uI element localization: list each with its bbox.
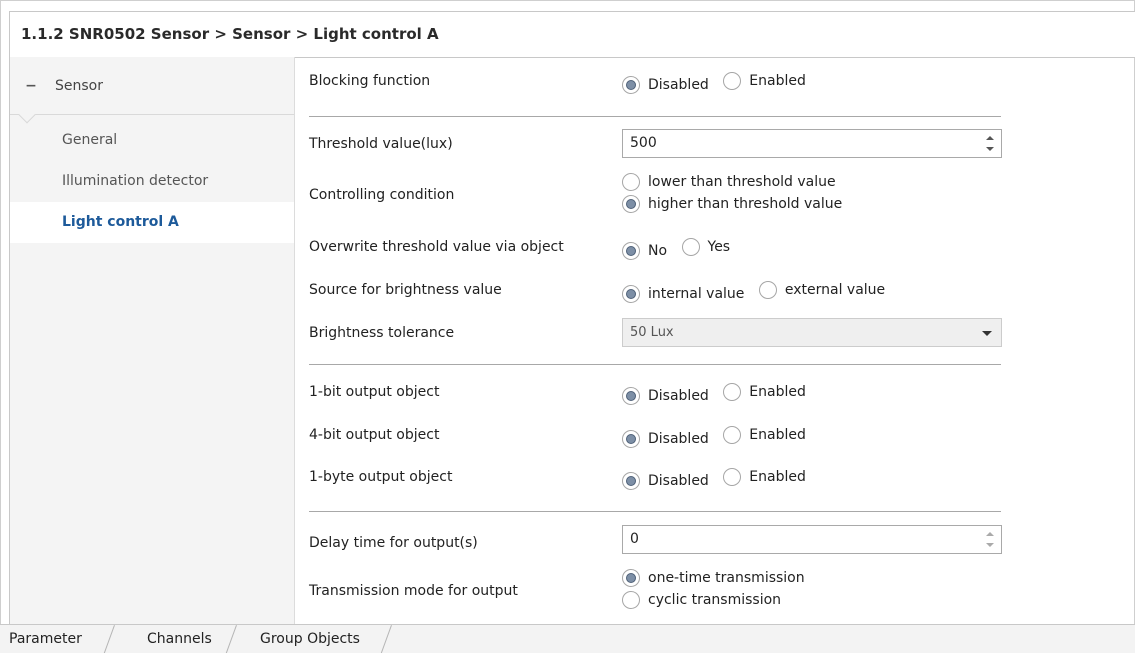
sidebar-item-general[interactable]: General [10, 120, 294, 161]
radio-selected-icon[interactable] [622, 430, 640, 448]
radio-selected-icon[interactable] [622, 569, 640, 587]
overwrite-no-option[interactable]: No [622, 241, 667, 261]
radio-icon[interactable] [622, 591, 640, 609]
threshold-value: 500 [630, 135, 657, 151]
tolerance-label: Brightness tolerance [309, 325, 455, 341]
radio-selected-icon[interactable] [622, 285, 640, 303]
delay-spinbox[interactable]: 0 [622, 525, 1002, 554]
spin-arrows-icon[interactable] [985, 530, 995, 549]
out1byte-enabled-option[interactable]: Enabled [723, 467, 806, 487]
sidebar-item-illumination-detector[interactable]: Illumination detector [10, 161, 294, 202]
radio-icon[interactable] [723, 426, 742, 444]
out4bit-disabled-option[interactable]: Disabled [622, 429, 709, 449]
option-label: Disabled [648, 473, 709, 489]
source-internal-option[interactable]: internal value [622, 284, 744, 304]
radio-selected-icon[interactable] [622, 242, 640, 260]
blocking-disabled-option[interactable]: Disabled [622, 75, 709, 95]
tab-divider [225, 625, 237, 653]
separator [309, 364, 1001, 365]
option-label: higher than threshold value [648, 196, 843, 212]
transmission-radio-group: one-time transmission cyclic transmissio… [622, 567, 815, 611]
out1bit-label: 1-bit output object [309, 384, 440, 400]
out4bit-enabled-option[interactable]: Enabled [723, 425, 806, 445]
radio-icon[interactable] [758, 281, 777, 299]
minus-icon[interactable]: − [25, 78, 37, 94]
blocking-radio-group: Disabled Enabled [622, 71, 816, 96]
sidebar-group-label: Sensor [55, 77, 103, 94]
out1byte-disabled-option[interactable]: Disabled [622, 471, 709, 491]
delay-label: Delay time for output(s) [309, 535, 478, 551]
option-label: Enabled [749, 469, 806, 485]
out1bit-disabled-option[interactable]: Disabled [622, 386, 709, 406]
sidebar-item-light-control-a[interactable]: Light control A [10, 202, 294, 243]
option-label: external value [784, 282, 886, 298]
source-radio-group: internal value external value [622, 280, 895, 305]
threshold-label: Threshold value(lux) [309, 136, 453, 152]
option-label: Enabled [749, 427, 806, 443]
out1bit-enabled-option[interactable]: Enabled [723, 382, 806, 402]
radio-selected-icon[interactable] [622, 76, 640, 94]
spin-arrows-icon[interactable] [985, 134, 995, 153]
out1byte-label: 1-byte output object [309, 469, 453, 485]
tolerance-dropdown[interactable]: 50 Lux [622, 318, 1002, 347]
option-label: lower than threshold value [648, 174, 836, 190]
separator [309, 511, 1001, 512]
radio-icon[interactable] [723, 468, 742, 486]
condition-lower-option[interactable]: lower than threshold value [622, 171, 842, 193]
overwrite-radio-group: No Yes [622, 237, 740, 262]
blocking-enabled-option[interactable]: Enabled [723, 71, 806, 91]
threshold-spinbox[interactable]: 500 [622, 129, 1002, 158]
radio-selected-icon[interactable] [622, 387, 640, 405]
source-label: Source for brightness value [309, 282, 502, 298]
option-label: Enabled [749, 384, 806, 400]
out4bit-label: 4-bit output object [309, 427, 440, 443]
overwrite-label: Overwrite threshold value via object [309, 239, 564, 255]
option-label: internal value [648, 286, 745, 302]
chevron-down-icon[interactable] [982, 331, 992, 336]
tolerance-value: 50 Lux [630, 325, 674, 340]
tab-group-objects[interactable]: Group Objects [260, 625, 360, 653]
bottom-tab-bar: Parameter Channels Group Objects [0, 624, 1135, 653]
radio-icon[interactable] [681, 238, 700, 256]
option-label: Disabled [648, 388, 709, 404]
option-label: Enabled [749, 73, 806, 89]
radio-icon[interactable] [723, 383, 742, 401]
radio-icon[interactable] [622, 173, 640, 191]
transmission-label: Transmission mode for output [309, 583, 518, 599]
tab-divider [380, 625, 392, 653]
source-external-option[interactable]: external value [758, 280, 886, 300]
sidebar: − Sensor General Illumination detector L… [9, 57, 295, 624]
radio-icon[interactable] [723, 72, 742, 90]
radio-selected-icon[interactable] [622, 195, 640, 213]
delay-value: 0 [630, 531, 639, 547]
tab-parameter[interactable]: Parameter [9, 625, 82, 653]
tab-divider [103, 625, 115, 653]
transmission-cyclic-option[interactable]: cyclic transmission [622, 589, 805, 611]
blocking-label: Blocking function [309, 73, 431, 89]
option-label: one-time transmission [648, 570, 805, 586]
out1bit-radio-group: Disabled Enabled [622, 382, 816, 407]
sidebar-group-sensor[interactable]: − Sensor [10, 57, 294, 124]
tab-channels[interactable]: Channels [147, 625, 212, 653]
radio-selected-icon[interactable] [622, 472, 640, 490]
condition-label: Controlling condition [309, 187, 455, 203]
option-label: No [648, 243, 668, 259]
separator [309, 116, 1001, 117]
condition-radio-group: lower than threshold value higher than t… [622, 171, 852, 215]
option-label: Yes [707, 239, 731, 255]
option-label: Disabled [648, 431, 709, 447]
out1byte-radio-group: Disabled Enabled [622, 467, 816, 492]
condition-higher-option[interactable]: higher than threshold value [622, 193, 842, 215]
option-label: Disabled [648, 77, 709, 93]
transmission-onetime-option[interactable]: one-time transmission [622, 567, 805, 589]
option-label: cyclic transmission [648, 592, 782, 608]
overwrite-yes-option[interactable]: Yes [681, 237, 731, 257]
out4bit-radio-group: Disabled Enabled [622, 425, 816, 450]
parameter-panel: Blocking function Disabled Enabled Thres… [296, 57, 1135, 624]
breadcrumb-title: 1.1.2 SNR0502 Sensor > Sensor > Light co… [9, 11, 1135, 58]
